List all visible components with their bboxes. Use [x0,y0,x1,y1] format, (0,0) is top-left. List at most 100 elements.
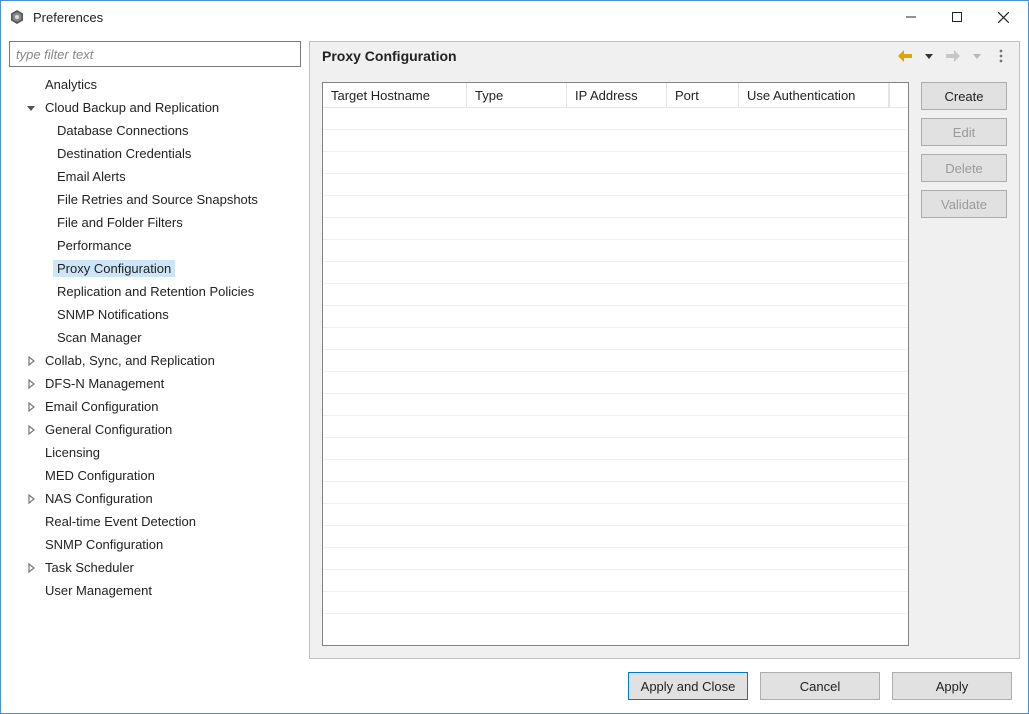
tree-item[interactable]: SNMP Configuration [9,533,301,556]
tree-item[interactable]: SNMP Notifications [9,303,301,326]
proxy-table[interactable]: Target Hostname Type IP Address Port Use… [322,82,909,646]
back-icon[interactable] [896,47,914,65]
tree-twisty-placeholder [23,77,39,93]
tree-item-label: NAS Configuration [41,490,157,507]
tree-item[interactable]: Cloud Backup and Replication [9,96,301,119]
col-header-hostname[interactable]: Target Hostname [323,83,467,107]
table-row[interactable] [323,548,908,570]
tree-item[interactable]: Destination Credentials [9,142,301,165]
tree-item-label: Licensing [41,444,104,461]
tree-item[interactable]: Collab, Sync, and Replication [9,349,301,372]
apply-button[interactable]: Apply [892,672,1012,700]
table-row[interactable] [323,196,908,218]
table-row[interactable] [323,174,908,196]
col-header-auth[interactable]: Use Authentication [739,83,889,107]
tree-item[interactable]: Real-time Event Detection [9,510,301,533]
create-button[interactable]: Create [921,82,1007,110]
tree-item[interactable]: Analytics [9,73,301,96]
menu-icon[interactable] [992,47,1010,65]
table-row[interactable] [323,460,908,482]
chevron-right-icon[interactable] [23,560,39,576]
col-header-spacer [889,83,908,107]
body-area: Analytics Cloud Backup and Replication Dat… [1,33,1028,659]
tree-item[interactable]: Task Scheduler [9,556,301,579]
table-row[interactable] [323,262,908,284]
chevron-right-icon[interactable] [23,376,39,392]
chevron-right-icon[interactable] [23,491,39,507]
tree-twisty-placeholder [23,583,39,599]
tree-item-label: File and Folder Filters [53,214,187,231]
tree-item-label: Cloud Backup and Replication [41,99,223,116]
preferences-tree[interactable]: Analytics Cloud Backup and Replication Dat… [9,71,301,659]
tree-item-label: Scan Manager [53,329,146,346]
tree-item[interactable]: NAS Configuration [9,487,301,510]
tree-item[interactable]: User Management [9,579,301,602]
tree-item-label: Task Scheduler [41,559,138,576]
tree-item[interactable]: Scan Manager [9,326,301,349]
tree-item[interactable]: General Configuration [9,418,301,441]
table-row[interactable] [323,416,908,438]
tree-item-label: SNMP Notifications [53,306,173,323]
footer: Apply and Close Cancel Apply [1,659,1028,713]
col-header-type[interactable]: Type [467,83,567,107]
minimize-button[interactable] [888,2,934,32]
table-row[interactable] [323,504,908,526]
validate-button[interactable]: Validate [921,190,1007,218]
table-row[interactable] [323,306,908,328]
table-row[interactable] [323,108,908,130]
close-button[interactable] [980,2,1026,32]
table-row[interactable] [323,152,908,174]
tree-item[interactable]: MED Configuration [9,464,301,487]
chevron-right-icon[interactable] [23,353,39,369]
table-row[interactable] [323,372,908,394]
tree-item[interactable]: File Retries and Source Snapshots [9,188,301,211]
table-body [323,108,908,645]
delete-button[interactable]: Delete [921,154,1007,182]
side-buttons: Create Edit Delete Validate [921,82,1007,646]
table-row[interactable] [323,130,908,152]
maximize-button[interactable] [934,2,980,32]
table-row[interactable] [323,438,908,460]
tree-twisty-placeholder [23,445,39,461]
tree-twisty-placeholder [23,514,39,530]
forward-dropdown-icon[interactable] [968,47,986,65]
tree-item[interactable]: Licensing [9,441,301,464]
filter-input[interactable] [10,42,300,66]
col-header-port[interactable]: Port [667,83,739,107]
tree-item[interactable]: Database Connections [9,119,301,142]
tree-item-label: DFS-N Management [41,375,168,392]
app-icon [9,9,25,25]
table-row[interactable] [323,482,908,504]
titlebar: Preferences [1,1,1028,33]
table-row[interactable] [323,350,908,372]
chevron-right-icon[interactable] [23,399,39,415]
chevron-down-icon[interactable] [23,100,39,116]
table-row[interactable] [323,394,908,416]
table-row[interactable] [323,240,908,262]
forward-icon[interactable] [944,47,962,65]
table-row[interactable] [323,328,908,350]
table-row[interactable] [323,592,908,614]
table-row[interactable] [323,218,908,240]
apply-and-close-button[interactable]: Apply and Close [628,672,748,700]
tree-item[interactable]: Email Configuration [9,395,301,418]
tree-item-label: SNMP Configuration [41,536,167,553]
cancel-button[interactable]: Cancel [760,672,880,700]
tree-item-label: Replication and Retention Policies [53,283,258,300]
tree-item[interactable]: Proxy Configuration [9,257,301,280]
tree-item[interactable]: Replication and Retention Policies [9,280,301,303]
tree-item-label: User Management [41,582,156,599]
tree-item[interactable]: Performance [9,234,301,257]
table-row[interactable] [323,526,908,548]
col-header-ip[interactable]: IP Address [567,83,667,107]
chevron-right-icon[interactable] [23,422,39,438]
tree-item[interactable]: File and Folder Filters [9,211,301,234]
tree-item[interactable]: Email Alerts [9,165,301,188]
tree-item-label: Real-time Event Detection [41,513,200,530]
filter-box [9,41,301,67]
tree-item[interactable]: DFS-N Management [9,372,301,395]
edit-button[interactable]: Edit [921,118,1007,146]
back-dropdown-icon[interactable] [920,47,938,65]
table-row[interactable] [323,570,908,592]
table-row[interactable] [323,284,908,306]
